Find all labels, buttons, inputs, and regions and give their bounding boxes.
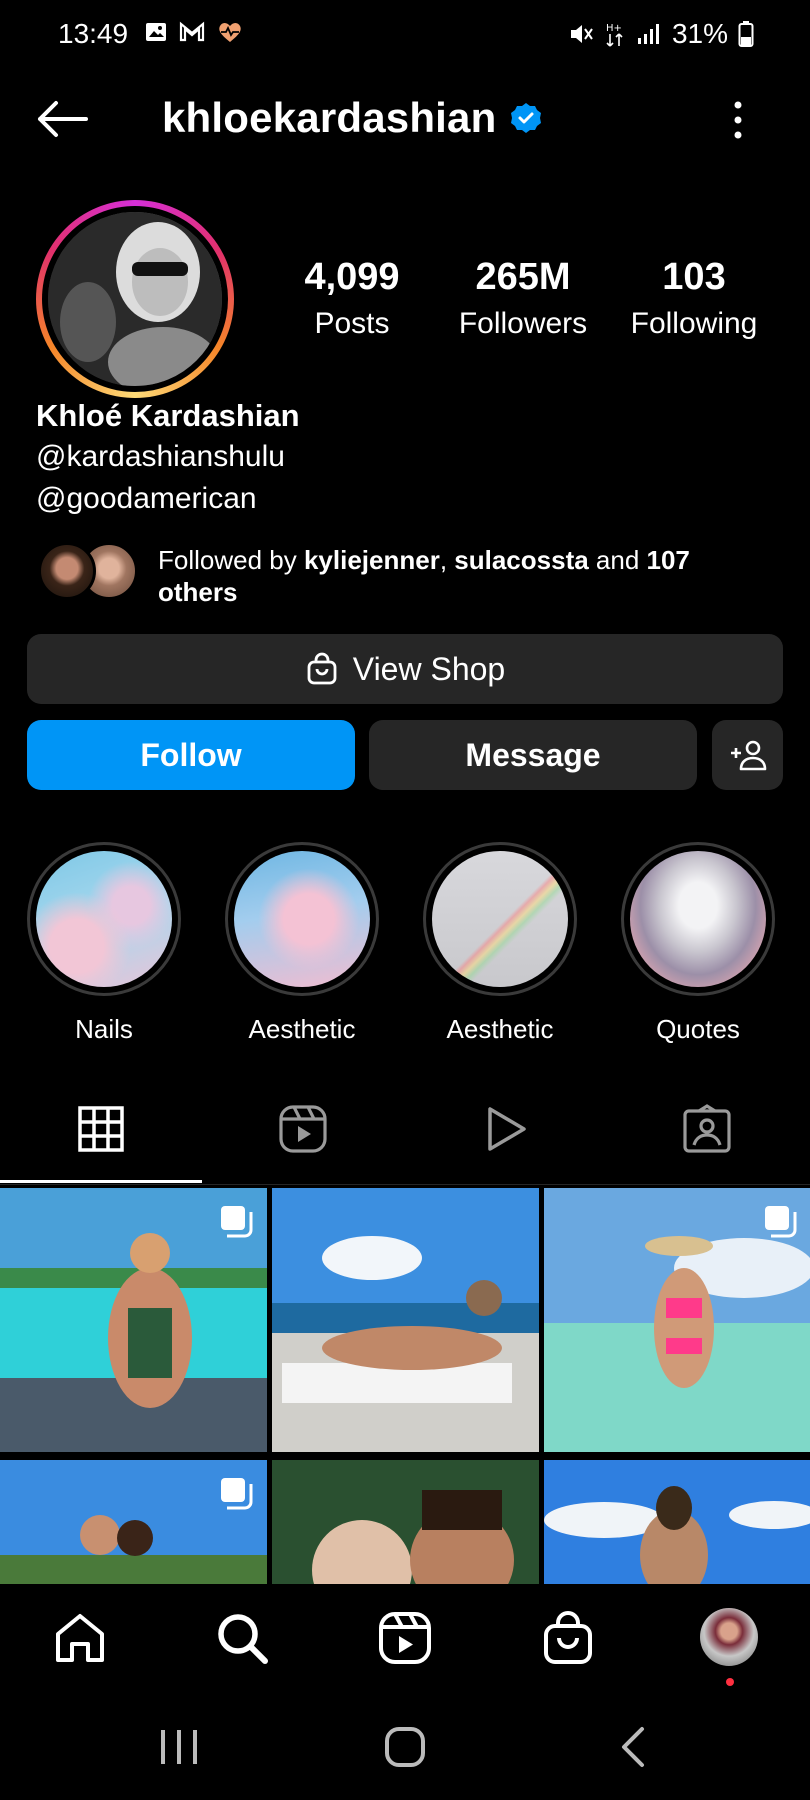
profile-avatar [48, 212, 222, 386]
highlight-label: Aesthetic [446, 1014, 554, 1044]
post-thumbnail[interactable] [544, 1460, 810, 1584]
grid-icon[interactable] [76, 1104, 126, 1154]
mute-icon [570, 25, 593, 43]
shop-icon[interactable] [540, 1610, 596, 1666]
highlight-label: Quotes [656, 1014, 740, 1044]
post-thumbnail[interactable] [272, 1460, 539, 1584]
mutual-user-1[interactable]: kyliejenner [304, 545, 440, 575]
data-icon: H+ [606, 23, 623, 47]
heart-monitor-icon [219, 23, 241, 42]
stat-posts[interactable]: 4,099 Posts [272, 256, 432, 341]
highlight-label: Nails [75, 1014, 133, 1044]
following-count: 103 [662, 256, 726, 298]
kebab-menu-icon[interactable] [726, 98, 750, 142]
notification-dot [726, 1678, 734, 1686]
highlight-aesthetic-2[interactable]: Aesthetic [423, 842, 577, 1045]
system-navigation [0, 1694, 810, 1800]
message-button[interactable]: Message [369, 720, 697, 790]
home-icon[interactable] [52, 1610, 108, 1666]
verified-badge-icon [511, 103, 541, 133]
post-image [272, 1460, 539, 1584]
videos-tab-icon[interactable] [480, 1104, 530, 1154]
posts-count: 4,099 [304, 256, 400, 298]
svg-text:H+: H+ [606, 23, 622, 34]
view-shop-button[interactable]: View Shop [27, 634, 783, 704]
view-shop-label: View Shop [352, 650, 506, 687]
profile-username: khloekardashian [162, 94, 497, 141]
reels-tab-icon[interactable] [278, 1104, 328, 1154]
suggested-accounts-button[interactable] [712, 720, 783, 790]
followed-by-text[interactable]: Followed by kyliejenner, sulacossta and … [158, 544, 738, 608]
tagged-tab-icon[interactable] [682, 1104, 732, 1154]
search-icon[interactable] [214, 1610, 270, 1666]
message-label: Message [465, 736, 601, 773]
multiple-posts-icon [221, 1206, 253, 1238]
avatar-photo [48, 212, 222, 386]
highlight-cover [234, 851, 370, 987]
highlight-quotes[interactable]: Quotes [621, 842, 775, 1045]
followers-count: 265M [475, 256, 571, 298]
post-image [272, 1188, 539, 1452]
status-time: 13:49 [58, 18, 129, 49]
reels-icon[interactable] [377, 1610, 433, 1666]
back-nav-icon[interactable] [612, 1724, 658, 1770]
bio-link-2[interactable]: @goodamerican [36, 482, 257, 516]
highlight-label: Aesthetic [248, 1014, 356, 1044]
signal-icon [637, 24, 659, 44]
battery-percent: 31% [671, 18, 728, 49]
shopping-bag-icon [307, 652, 337, 685]
post-thumbnail[interactable] [0, 1188, 267, 1452]
mutual-avatar-1 [38, 542, 96, 600]
profile-header: khloekardashian [0, 84, 810, 154]
mutual-user-2[interactable]: sulacossta [454, 545, 588, 575]
profile-full-name: Khloé Kardashian [36, 398, 300, 433]
stat-followers[interactable]: 265M Followers [443, 256, 603, 341]
post-thumbnail[interactable] [0, 1460, 267, 1584]
followers-label: Followers [458, 307, 588, 340]
active-tab-indicator [0, 1180, 202, 1183]
profile-avatar-nav[interactable] [700, 1608, 758, 1666]
status-right: H+ 31% [568, 18, 754, 50]
post-thumbnail[interactable] [544, 1188, 810, 1452]
profile-tabs [0, 1096, 810, 1184]
highlight-nails[interactable]: Nails [27, 842, 181, 1045]
follow-label: Follow [140, 736, 242, 773]
following-label: Following [630, 307, 758, 340]
profile-avatar-story-ring[interactable] [36, 200, 234, 398]
bio-link-1[interactable]: @kardashianshulu [36, 440, 285, 474]
home-button-icon[interactable] [382, 1724, 428, 1770]
status-notification-icons [144, 20, 244, 44]
multiple-posts-icon [221, 1478, 253, 1510]
stat-following[interactable]: 103 Following [614, 256, 774, 341]
recents-icon[interactable] [156, 1724, 202, 1770]
gallery-icon [146, 23, 166, 41]
highlight-cover [630, 851, 766, 987]
post-thumbnail[interactable] [272, 1188, 539, 1452]
mutual-followers-avatars[interactable] [38, 542, 148, 602]
back-arrow-icon[interactable] [34, 98, 90, 140]
post-image [544, 1460, 810, 1584]
add-person-icon [730, 740, 766, 771]
highlight-aesthetic-1[interactable]: Aesthetic [225, 842, 379, 1045]
gmail-icon [179, 21, 205, 42]
status-bar: 13:49 H+ 31% [0, 0, 810, 70]
battery-icon [738, 21, 754, 47]
highlight-cover [36, 851, 172, 987]
multiple-posts-icon [765, 1206, 797, 1238]
follow-button[interactable]: Follow [27, 720, 355, 790]
posts-label: Posts [314, 307, 390, 340]
bottom-navigation [0, 1584, 810, 1694]
highlight-cover [432, 851, 568, 987]
